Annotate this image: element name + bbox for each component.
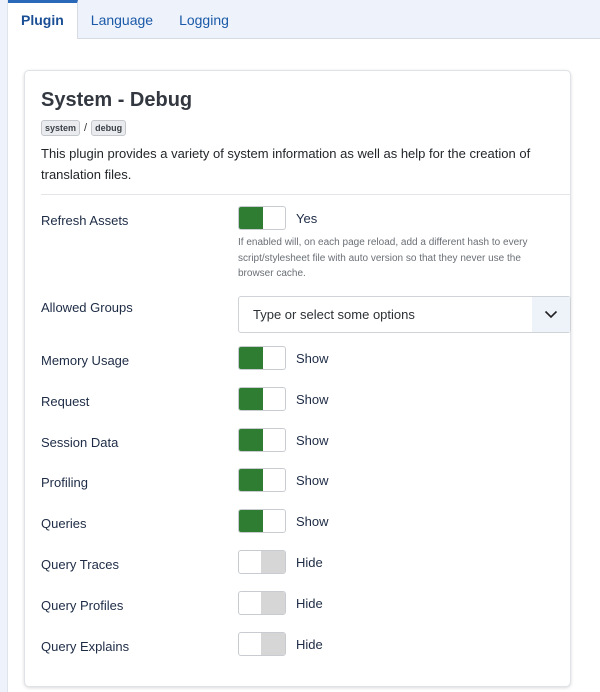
allowed-groups-select[interactable]: Type or select some options: [238, 296, 571, 333]
query-profiles-label: Query Profiles: [41, 597, 124, 613]
profiling-switch[interactable]: [238, 468, 286, 493]
tab-bar: Plugin Language Logging: [8, 0, 600, 40]
queries-label: Queries: [41, 516, 87, 532]
allowed-groups-label: Allowed Groups: [41, 300, 133, 315]
plugin-description: This plugin provides a variety of system…: [41, 146, 531, 182]
session-data-label: Session Data: [41, 434, 119, 450]
tab-language[interactable]: Language: [78, 0, 166, 39]
switch-fill: [239, 207, 263, 229]
request-value: Show: [296, 391, 329, 407]
memory-usage-label: Memory Usage: [41, 353, 130, 368]
tag-folder: system: [41, 120, 81, 136]
query-traces-switch[interactable]: [238, 550, 286, 574]
switch-fill: [239, 428, 263, 451]
profiling-label: Profiling: [41, 475, 88, 491]
request-label: Request: [41, 393, 90, 409]
query-profiles-switch[interactable]: [238, 590, 286, 615]
query-explains-label: Query Explains: [41, 638, 130, 654]
query-explains-switch[interactable]: [238, 631, 286, 656]
tab-panel-plugin: System - Debug system / debug This plugi…: [8, 39, 600, 692]
page-sidebar-edge: [0, 0, 8, 692]
query-profiles-value: Hide: [296, 595, 323, 611]
query-traces-label: Query Traces: [41, 557, 120, 572]
switch-fill: [261, 591, 285, 614]
request-switch[interactable]: [238, 386, 286, 411]
plugin-card: System - Debug system / debug This plugi…: [24, 70, 571, 687]
switch-fill: [239, 347, 263, 369]
switch-fill: [239, 510, 263, 533]
switch-fill: [261, 632, 285, 655]
plugin-tags: system / debug: [41, 120, 127, 136]
session-data-switch[interactable]: [238, 427, 286, 452]
refresh-assets-label: Refresh Assets: [41, 213, 129, 228]
chevron-down-icon[interactable]: [532, 297, 570, 332]
switch-fill: [239, 387, 263, 410]
queries-switch[interactable]: [238, 509, 286, 534]
tab-plugin[interactable]: Plugin: [8, 0, 78, 40]
memory-usage-value: Show: [296, 351, 329, 366]
refresh-assets-value: Yes: [296, 211, 318, 226]
allowed-groups-placeholder: Type or select some options: [253, 307, 415, 322]
refresh-assets-help: If enabled will, on each page reload, ad…: [238, 237, 528, 279]
switch-fill: [261, 551, 285, 573]
tab-logging[interactable]: Logging: [166, 0, 242, 39]
page-title: System - Debug: [41, 89, 193, 111]
tag-element: debug: [91, 120, 127, 136]
session-data-value: Show: [296, 432, 329, 448]
tag-separator: /: [84, 122, 88, 134]
memory-usage-switch[interactable]: [238, 346, 286, 370]
queries-value: Show: [296, 514, 329, 530]
query-traces-value: Hide: [296, 555, 323, 570]
query-explains-value: Hide: [296, 636, 323, 652]
divider: [41, 194, 571, 195]
refresh-assets-switch[interactable]: [238, 206, 286, 230]
switch-fill: [239, 469, 263, 492]
profiling-value: Show: [296, 473, 329, 489]
